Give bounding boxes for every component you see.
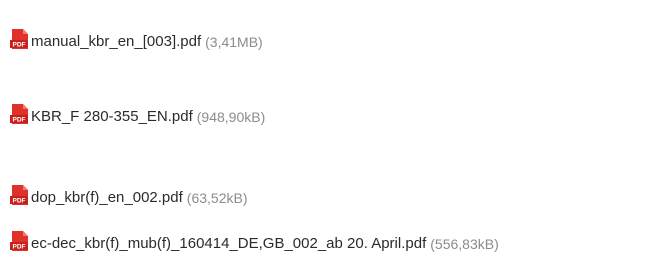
file-link-ec-dec[interactable]: PDF ec-dec_kbr(f)_mub(f)_160414_DE,GB_00… bbox=[9, 230, 499, 252]
svg-text:PDF: PDF bbox=[13, 117, 26, 124]
file-size: (3,41MB) bbox=[205, 34, 263, 50]
file-name[interactable]: manual_kbr_en_[003].pdf bbox=[31, 34, 201, 50]
pdf-file-icon: PDF bbox=[9, 103, 31, 125]
file-name[interactable]: dop_kbr(f)_en_002.pdf bbox=[31, 190, 183, 206]
file-link-manual[interactable]: PDF manual_kbr_en_[003].pdf (3,41MB) bbox=[9, 28, 263, 50]
file-size: (63,52kB) bbox=[186, 190, 248, 206]
file-link-kbr-f[interactable]: PDF KBR_F 280-355_EN.pdf (948,90kB) bbox=[9, 103, 265, 125]
svg-text:PDF: PDF bbox=[13, 198, 26, 205]
svg-text:PDF: PDF bbox=[13, 244, 26, 251]
file-name[interactable]: ec-dec_kbr(f)_mub(f)_160414_DE,GB_002_ab… bbox=[31, 236, 426, 252]
file-name[interactable]: KBR_F 280-355_EN.pdf bbox=[31, 109, 193, 125]
pdf-file-icon: PDF bbox=[9, 230, 31, 252]
pdf-file-icon: PDF bbox=[9, 28, 31, 50]
file-size: (948,90kB) bbox=[196, 109, 266, 125]
pdf-file-icon: PDF bbox=[9, 184, 31, 206]
file-size: (556,83kB) bbox=[430, 236, 499, 252]
file-link-dop[interactable]: PDF dop_kbr(f)_en_002.pdf (63,52kB) bbox=[9, 184, 247, 206]
svg-text:PDF: PDF bbox=[13, 42, 26, 49]
